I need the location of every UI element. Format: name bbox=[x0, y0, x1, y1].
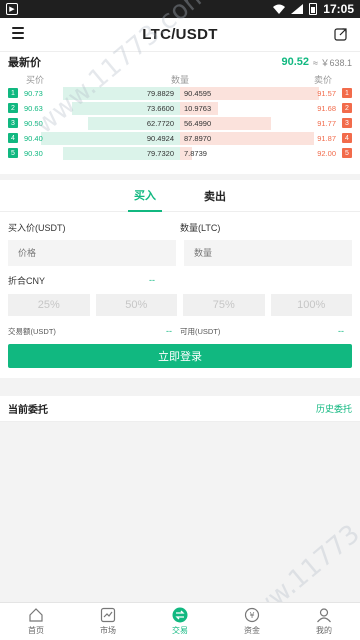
page-title: LTC/USDT bbox=[142, 26, 218, 43]
ask-qty: 7.8739 bbox=[184, 148, 207, 158]
bid-index: 5 bbox=[8, 148, 18, 158]
order-book: 最新价 90.52 ≈ ￥638.1 买价 数量 卖价 1 90.73 79.882… bbox=[0, 52, 360, 174]
bid-price: 90.50 bbox=[24, 118, 43, 128]
latest-price-cny: ≈ ￥638.1 bbox=[313, 57, 352, 68]
qty-label: 数量(LTC) bbox=[180, 223, 221, 233]
bid-qty: 79.7320 bbox=[146, 148, 174, 158]
ask-index: 4 bbox=[342, 133, 352, 143]
exchange-icon bbox=[172, 607, 188, 623]
status-bar: ▶ 17:05 bbox=[0, 0, 360, 18]
bid-price: 90.30 bbox=[24, 148, 43, 158]
bid-price: 90.63 bbox=[24, 103, 43, 113]
percent-100-button[interactable]: 100% bbox=[270, 294, 352, 316]
app-header: LTC/USDT bbox=[0, 18, 360, 52]
wallet-icon: ¥ bbox=[244, 607, 260, 623]
nav-home[interactable]: 首页 bbox=[0, 603, 72, 640]
bid-price: 90.73 bbox=[24, 88, 43, 98]
ask-price: 91.77 bbox=[317, 118, 336, 128]
current-orders-header: 当前委托 历史委托 bbox=[0, 396, 360, 422]
ask-index: 2 bbox=[342, 103, 352, 113]
nav-trade[interactable]: 交易 bbox=[144, 603, 216, 640]
order-book-row[interactable]: 3 90.50 62.7720 56.4990 91.77 3 bbox=[8, 116, 352, 130]
price-label: 买入价(USDT) bbox=[8, 223, 66, 233]
bid-qty: 62.7720 bbox=[146, 118, 174, 128]
nav-market[interactable]: 市场 bbox=[72, 603, 144, 640]
qty-input[interactable] bbox=[184, 240, 352, 266]
bid-qty: 73.6600 bbox=[146, 103, 174, 113]
order-book-row[interactable]: 5 90.30 79.7320 7.8739 92.00 5 bbox=[8, 146, 352, 160]
percent-75-button[interactable]: 75% bbox=[183, 294, 265, 316]
ask-header: 卖价 bbox=[313, 74, 332, 85]
orders-empty-area bbox=[0, 422, 360, 602]
nav-profile-label: 我的 bbox=[316, 626, 332, 635]
order-book-row[interactable]: 1 90.73 79.8829 90.4595 91.57 1 bbox=[8, 86, 352, 100]
ask-index: 3 bbox=[342, 118, 352, 128]
battery-icon bbox=[309, 3, 318, 15]
bid-qty: 79.8829 bbox=[146, 88, 174, 98]
tab-buy[interactable]: 买入 bbox=[128, 180, 162, 212]
ask-price: 91.68 bbox=[317, 103, 336, 113]
tab-sell[interactable]: 卖出 bbox=[198, 180, 232, 212]
bid-index: 1 bbox=[8, 88, 18, 98]
trade-panel: 买入 卖出 买入价(USDT) 数量(LTC) 折合CNY -- 25% 50%… bbox=[0, 180, 360, 378]
nav-trade-label: 交易 bbox=[172, 626, 188, 635]
ask-index: 1 bbox=[342, 88, 352, 98]
share-icon[interactable] bbox=[334, 27, 348, 41]
latest-price: 90.52 bbox=[281, 56, 310, 68]
current-orders-title: 当前委托 bbox=[8, 405, 48, 416]
order-history-link[interactable]: 历史委托 bbox=[316, 402, 352, 415]
notification-icon: ▶ bbox=[6, 3, 18, 15]
percent-50-button[interactable]: 50% bbox=[95, 294, 177, 316]
market-icon bbox=[100, 607, 116, 623]
ask-index: 5 bbox=[342, 148, 352, 158]
status-time: 17:05 bbox=[323, 2, 354, 16]
nav-assets[interactable]: ¥ 资金 bbox=[216, 603, 288, 640]
qty-header: 数量 bbox=[170, 74, 189, 85]
percent-25-button[interactable]: 25% bbox=[8, 294, 90, 316]
svg-text:¥: ¥ bbox=[249, 611, 254, 620]
cny-label: 折合CNY bbox=[8, 275, 46, 286]
price-input[interactable] bbox=[8, 240, 176, 266]
order-book-row[interactable]: 4 90.40 90.4924 87.8970 91.87 4 bbox=[8, 131, 352, 145]
nav-assets-label: 资金 bbox=[244, 626, 260, 635]
login-button[interactable]: 立即登录 bbox=[8, 344, 352, 368]
order-book-row[interactable]: 2 90.63 73.6600 10.9763 91.68 2 bbox=[8, 101, 352, 115]
nav-home-label: 首页 bbox=[28, 626, 44, 635]
bid-index: 3 bbox=[8, 118, 18, 128]
nav-market-label: 市场 bbox=[100, 626, 116, 635]
bid-price: 90.40 bbox=[24, 133, 43, 143]
ask-qty: 90.4595 bbox=[184, 88, 212, 98]
ask-qty: 56.4990 bbox=[184, 118, 212, 128]
ask-qty: 10.9763 bbox=[184, 103, 212, 113]
available-value: -- bbox=[338, 326, 344, 336]
bid-qty: 90.4924 bbox=[146, 133, 174, 143]
amount-label: 交易额(USDT) bbox=[8, 326, 56, 336]
ask-price: 91.87 bbox=[317, 133, 336, 143]
ask-price: 92.00 bbox=[317, 148, 336, 158]
amount-value: -- bbox=[166, 326, 172, 336]
user-icon bbox=[317, 608, 331, 623]
bid-index: 4 bbox=[8, 133, 18, 143]
bottom-nav: 首页 市场 交易 ¥ 资金 我的 bbox=[0, 602, 360, 640]
ask-price: 91.57 bbox=[317, 88, 336, 98]
bid-index: 2 bbox=[8, 103, 18, 113]
menu-icon[interactable] bbox=[12, 27, 24, 39]
wifi-icon bbox=[273, 4, 286, 14]
cny-value: -- bbox=[149, 275, 156, 285]
home-icon bbox=[29, 608, 43, 622]
bid-header: 买价 bbox=[26, 74, 45, 85]
signal-icon bbox=[291, 4, 304, 14]
ask-qty: 87.8970 bbox=[184, 133, 212, 143]
nav-profile[interactable]: 我的 bbox=[288, 603, 360, 640]
latest-price-label: 最新价 bbox=[8, 57, 41, 69]
available-label: 可用(USDT) bbox=[180, 326, 221, 336]
